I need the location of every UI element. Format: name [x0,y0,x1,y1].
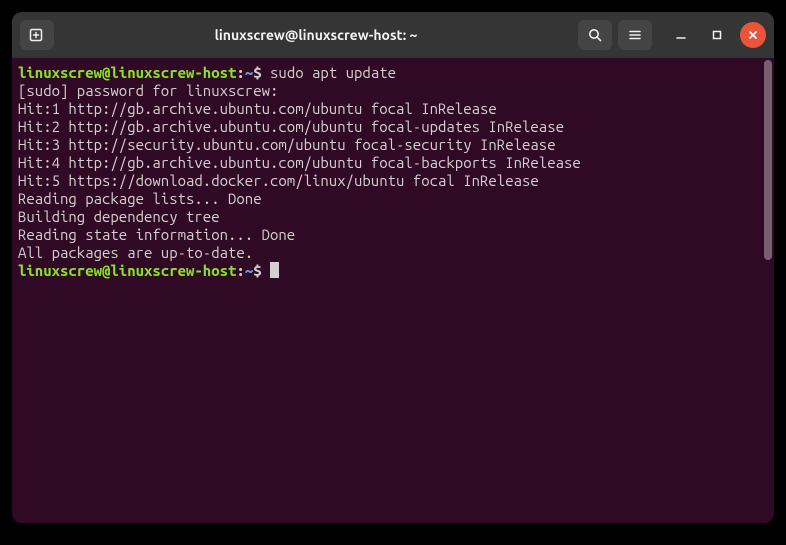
scrollbar[interactable] [764,60,772,260]
prompt-dollar: $ [253,262,261,279]
prompt-path: ~ [245,64,253,81]
terminal-window: linuxscrew@linuxscrew-host: ~ [12,12,774,523]
command-text: sudo apt update [270,64,396,81]
prompt-user-host: linuxscrew@linuxscrew-host [18,262,236,279]
output-line: All packages are up-to-date. [18,244,253,261]
prompt-path: ~ [245,262,253,279]
maximize-button[interactable] [704,22,730,48]
search-icon [587,27,603,43]
minimize-button[interactable] [668,22,694,48]
output-line: Hit:2 http://gb.archive.ubuntu.com/ubunt… [18,118,564,135]
output-line: [sudo] password for linuxscrew: [18,82,287,99]
window-title: linuxscrew@linuxscrew-host: ~ [60,27,572,43]
prompt-dollar: $ [253,64,261,81]
prompt-colon: : [236,64,244,81]
output-line: Reading state information... Done [18,226,295,243]
new-tab-icon [29,27,45,43]
search-button[interactable] [578,20,612,50]
close-button[interactable] [740,22,766,48]
menu-button[interactable] [618,20,652,50]
output-line: Hit:4 http://gb.archive.ubuntu.com/ubunt… [18,154,581,171]
minimize-icon [675,29,687,41]
prompt-colon: : [236,262,244,279]
hamburger-icon [627,27,643,43]
terminal-content[interactable]: linuxscrew@linuxscrew-host:~$ sudo apt u… [12,58,774,523]
new-tab-button[interactable] [20,20,54,50]
output-line: Building dependency tree [18,208,278,225]
cursor [270,262,279,278]
output-line: Reading package lists... Done [18,190,262,207]
output-line: Hit:3 http://security.ubuntu.com/ubuntu … [18,136,556,153]
close-icon [747,29,759,41]
maximize-icon [711,29,723,41]
titlebar: linuxscrew@linuxscrew-host: ~ [12,12,774,58]
output-line: Hit:5 https://download.docker.com/linux/… [18,172,539,189]
output-line: Hit:1 http://gb.archive.ubuntu.com/ubunt… [18,100,497,117]
prompt-user-host: linuxscrew@linuxscrew-host [18,64,236,81]
